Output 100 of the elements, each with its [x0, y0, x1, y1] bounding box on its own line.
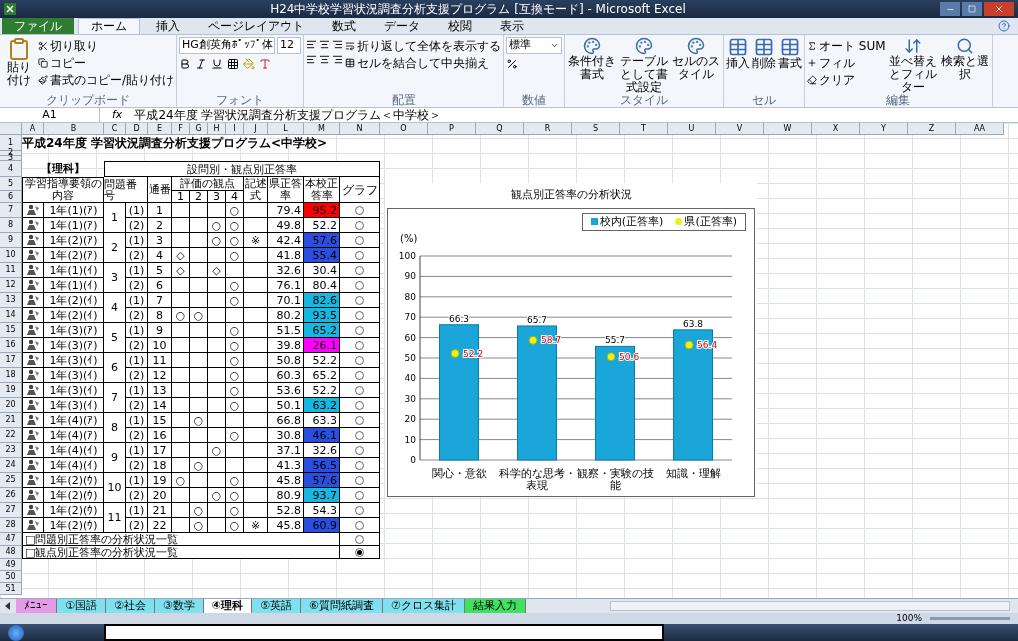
- column-header[interactable]: P: [428, 123, 476, 135]
- row-header[interactable]: 22: [0, 428, 22, 443]
- row-header[interactable]: 9: [0, 233, 22, 248]
- radio-button[interactable]: [355, 355, 364, 365]
- radio-button[interactable]: [355, 265, 364, 275]
- name-box[interactable]: A1: [0, 108, 100, 122]
- row-header[interactable]: 26: [0, 488, 22, 503]
- row-header[interactable]: 19: [0, 383, 22, 398]
- sheet-tab[interactable]: ﾒﾆｭｰ: [16, 598, 57, 614]
- sheet-tab[interactable]: ⑦クロス集計: [382, 598, 465, 614]
- row-header[interactable]: 25: [0, 473, 22, 488]
- ribbon-button[interactable]: 並べ替えとフィルター: [887, 37, 938, 94]
- ribbon-tab[interactable]: 校閲: [436, 18, 484, 34]
- column-header[interactable]: J: [244, 123, 268, 135]
- underline-icon[interactable]: [211, 58, 224, 70]
- row-header[interactable]: 28: [0, 518, 22, 533]
- help-icon[interactable]: [998, 20, 1010, 32]
- bold-icon[interactable]: [179, 58, 192, 70]
- ribbon-tab[interactable]: ページレイアウト: [196, 18, 316, 34]
- row-header[interactable]: 12: [0, 278, 22, 293]
- row-header[interactable]: 11: [0, 263, 22, 278]
- ribbon-tab[interactable]: データ: [372, 18, 432, 34]
- align-right-icon[interactable]: [332, 54, 344, 65]
- column-header[interactable]: A: [22, 123, 44, 135]
- column-header[interactable]: M: [304, 123, 340, 135]
- ribbon-button[interactable]: セルを結合して中央揃え: [345, 54, 502, 71]
- maximize-button[interactable]: [962, 2, 982, 16]
- ribbon-button[interactable]: セルのスタイル: [671, 37, 722, 81]
- horizontal-scrollbar[interactable]: [610, 601, 1010, 611]
- formula-field[interactable]: 平成24年度 学習状況調査分析支援プログラム＜中学校＞: [134, 108, 1018, 122]
- radio-button[interactable]: [355, 445, 364, 455]
- column-header[interactable]: S: [572, 123, 620, 135]
- row-header[interactable]: 48: [0, 546, 22, 559]
- column-header[interactable]: B: [44, 123, 104, 135]
- percent-icon[interactable]: [506, 58, 519, 70]
- ribbon-tab[interactable]: ファイル: [2, 18, 74, 34]
- row-header[interactable]: 24: [0, 458, 22, 473]
- align-right-icon[interactable]: [332, 39, 344, 50]
- row-header[interactable]: 15: [0, 323, 22, 338]
- ribbon-button[interactable]: 書式: [778, 37, 803, 70]
- column-header[interactable]: V: [716, 123, 764, 135]
- align-center-icon[interactable]: [319, 54, 331, 65]
- row-header[interactable]: 47: [0, 533, 22, 546]
- row-header[interactable]: 50: [0, 571, 22, 583]
- row-header[interactable]: 10: [0, 248, 22, 263]
- zoom-level[interactable]: 100%: [896, 611, 922, 626]
- ribbon-tab[interactable]: ホーム: [78, 18, 140, 34]
- minimize-button[interactable]: [940, 2, 960, 16]
- row-header[interactable]: 14: [0, 308, 22, 323]
- close-button[interactable]: [984, 2, 1014, 16]
- column-header[interactable]: I: [226, 123, 244, 135]
- radio-button[interactable]: [355, 220, 364, 230]
- radio-button[interactable]: [355, 235, 364, 245]
- scroll-left-icon[interactable]: [4, 602, 12, 610]
- radio-button[interactable]: [355, 325, 364, 335]
- column-header[interactable]: F: [172, 123, 190, 135]
- column-header[interactable]: E: [148, 123, 172, 135]
- ribbon-button[interactable]: 貼り付け: [2, 37, 36, 87]
- column-header[interactable]: W: [764, 123, 812, 135]
- ribbon-button[interactable]: 折り返して全体を表示する: [345, 37, 502, 54]
- row-header[interactable]: 7: [0, 203, 22, 218]
- column-header[interactable]: G: [190, 123, 208, 135]
- column-header[interactable]: U: [668, 123, 716, 135]
- radio-button[interactable]: [355, 280, 364, 290]
- row-header[interactable]: 16: [0, 338, 22, 353]
- column-header[interactable]: N: [340, 123, 380, 135]
- radio-button[interactable]: [355, 430, 364, 440]
- row-header[interactable]: 18: [0, 368, 22, 383]
- sheet-tab[interactable]: ⑥質問紙調査: [300, 598, 383, 614]
- row-header[interactable]: 20: [0, 398, 22, 413]
- radio-button[interactable]: [355, 490, 364, 500]
- ribbon-tab[interactable]: 数式: [320, 18, 368, 34]
- font-name-field[interactable]: HG創英角ﾎﾟｯﾌﾟ体: [179, 37, 276, 54]
- ribbon-button[interactable]: 挿入: [726, 37, 751, 70]
- column-header[interactable]: C: [104, 123, 126, 135]
- row-header[interactable]: 17: [0, 353, 22, 368]
- align-left-icon[interactable]: [306, 39, 318, 50]
- radio-button[interactable]: [355, 370, 364, 380]
- radio-button[interactable]: [355, 205, 364, 215]
- row-header[interactable]: 23: [0, 443, 22, 458]
- column-header[interactable]: R: [524, 123, 572, 135]
- column-header[interactable]: AA: [956, 123, 1004, 135]
- column-header[interactable]: Q: [476, 123, 524, 135]
- ribbon-tab[interactable]: 表示: [488, 18, 536, 34]
- radio-button[interactable]: [355, 385, 364, 395]
- sheet-tab[interactable]: 結果入力: [464, 598, 526, 614]
- ribbon-button[interactable]: クリア: [807, 71, 886, 88]
- radio-button[interactable]: [355, 534, 364, 544]
- sheet-tab[interactable]: ⑤英語: [251, 598, 301, 614]
- column-header[interactable]: Y: [860, 123, 908, 135]
- fill-color-icon[interactable]: [243, 58, 256, 70]
- column-header[interactable]: D: [126, 123, 148, 135]
- align-left-icon[interactable]: [306, 54, 318, 65]
- row-header[interactable]: 51: [0, 583, 22, 595]
- radio-button[interactable]: [355, 250, 364, 260]
- select-all-button[interactable]: [0, 123, 22, 135]
- radio-button[interactable]: [355, 295, 364, 305]
- ribbon-button[interactable]: 検索と選択: [939, 37, 990, 81]
- ribbon-button[interactable]: オート SUM: [807, 37, 886, 54]
- row-header[interactable]: 8: [0, 218, 22, 233]
